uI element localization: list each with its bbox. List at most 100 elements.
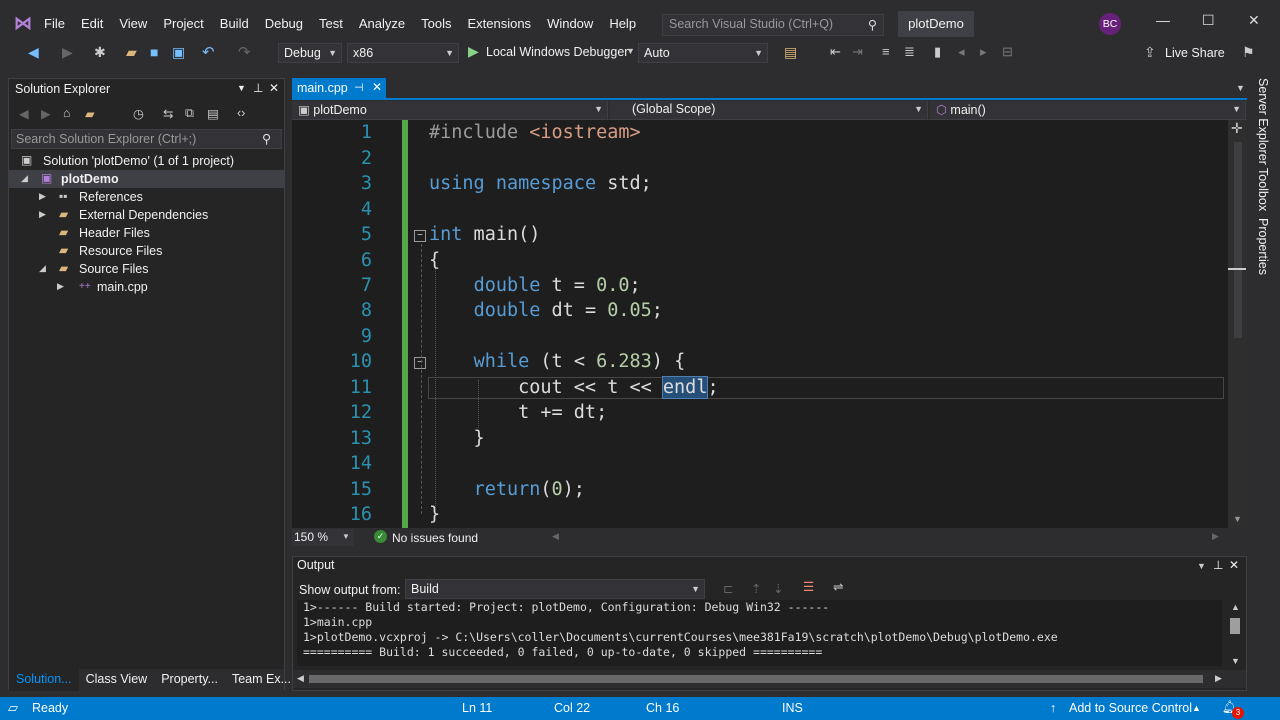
menu-help[interactable]: Help bbox=[601, 13, 644, 34]
next-bookmark-icon[interactable]: ▸ bbox=[980, 44, 987, 60]
scroll-down-icon[interactable]: ▼ bbox=[1233, 514, 1242, 524]
output-text[interactable]: 1>------ Build started: Project: plotDem… bbox=[297, 600, 1222, 666]
tree-item-external-dependencies[interactable]: ▶ ▰ External Dependencies bbox=[9, 206, 284, 224]
scope-dropdown[interactable]: (Global Scope) ▼ bbox=[610, 101, 928, 119]
scroll-thumb[interactable] bbox=[1230, 618, 1240, 634]
tab-solution-explorer[interactable]: Solution... bbox=[9, 669, 79, 691]
open-folder-icon[interactable]: ▰ bbox=[126, 44, 137, 61]
save-all-icon[interactable]: ▣ bbox=[172, 44, 185, 61]
menu-edit[interactable]: Edit bbox=[73, 13, 111, 34]
collapse-icon[interactable]: − bbox=[414, 230, 426, 242]
tab-properties[interactable]: Properties bbox=[1256, 218, 1270, 275]
save-icon[interactable]: ■ bbox=[150, 44, 158, 60]
add-to-source-control-button[interactable]: Add to Source Control bbox=[1069, 701, 1192, 715]
uncomment-icon[interactable]: ≣ bbox=[904, 44, 915, 60]
expanded-icon[interactable]: ◢ bbox=[21, 173, 28, 184]
scroll-up-icon[interactable]: ▲ bbox=[1231, 602, 1240, 612]
redo-icon[interactable]: ↷ bbox=[238, 43, 251, 61]
bookmark-icon[interactable]: ▮ bbox=[934, 44, 941, 60]
output-horizontal-scrollbar[interactable]: ◀ ▶ bbox=[293, 670, 1246, 688]
tree-item-resource-files[interactable]: ▰ Resource Files bbox=[9, 242, 284, 260]
switch-views-icon[interactable]: ▰ bbox=[85, 106, 95, 121]
menu-tools[interactable]: Tools bbox=[413, 13, 459, 34]
step-over-icon[interactable]: ⇥ bbox=[852, 44, 863, 60]
collapse-all-icon[interactable]: ⧉ bbox=[185, 106, 194, 121]
start-debug-icon[interactable]: ▶ bbox=[468, 43, 479, 60]
expanded-icon[interactable]: ◢ bbox=[39, 263, 46, 274]
tab-team-explorer[interactable]: Team Ex... bbox=[225, 669, 298, 691]
search-input[interactable]: Search Visual Studio (Ctrl+Q) ⚲ bbox=[662, 14, 884, 36]
chevron-down-icon[interactable]: ▼ bbox=[237, 83, 246, 93]
menu-build[interactable]: Build bbox=[212, 13, 257, 34]
output-source-select[interactable]: Build ▼ bbox=[405, 579, 705, 599]
collapsed-icon[interactable]: ▶ bbox=[39, 191, 46, 202]
tree-item-header-files[interactable]: ▰ Header Files bbox=[9, 224, 284, 242]
menu-test[interactable]: Test bbox=[311, 13, 351, 34]
scroll-down-icon[interactable]: ▼ bbox=[1231, 656, 1240, 666]
chevron-down-icon[interactable]: ▼ bbox=[626, 46, 635, 56]
code-editor[interactable]: 1 2 3 4 5 6 7 8 9 10 11 12 13 14 15 16 −… bbox=[292, 120, 1228, 528]
scroll-right-icon[interactable]: ▶ bbox=[1212, 531, 1219, 542]
output-vertical-scrollbar[interactable]: ▲ ▼ bbox=[1228, 602, 1242, 666]
forward-icon[interactable]: ▶ bbox=[62, 44, 73, 61]
tab-class-view[interactable]: Class View bbox=[79, 669, 155, 691]
debugger-button[interactable]: Local Windows Debugger bbox=[486, 45, 628, 59]
show-all-files-icon[interactable]: ▤ bbox=[207, 106, 219, 121]
undo-icon[interactable]: ↶ bbox=[202, 43, 215, 61]
chevron-down-icon[interactable]: ▼ bbox=[1197, 561, 1206, 571]
tab-property-manager[interactable]: Property... bbox=[154, 669, 225, 691]
issues-status[interactable]: No issues found bbox=[392, 531, 478, 545]
configuration-select[interactable]: Debug ▼ bbox=[278, 43, 342, 63]
chevron-down-icon[interactable]: ▼ bbox=[1236, 83, 1245, 93]
project-dropdown[interactable]: ▣ plotDemo ▼ bbox=[292, 101, 608, 119]
pin-icon[interactable]: ⊥ bbox=[253, 81, 263, 95]
tab-main-cpp[interactable]: main.cpp ⊣ ✕ bbox=[292, 78, 386, 98]
tree-item-references[interactable]: ▶ ▪▪ References bbox=[9, 188, 284, 206]
menu-debug[interactable]: Debug bbox=[257, 13, 311, 34]
tree-item-main-cpp[interactable]: ▶ ++ main.cpp bbox=[9, 278, 284, 296]
code-view-icon[interactable]: ‹› bbox=[237, 106, 245, 120]
clear-bookmark-icon[interactable]: ⊟ bbox=[1002, 44, 1013, 60]
collapsed-icon[interactable]: ▶ bbox=[39, 209, 46, 220]
output-window-icon[interactable]: ▱ bbox=[8, 700, 18, 716]
menu-project[interactable]: Project bbox=[155, 13, 211, 34]
close-icon[interactable]: ✕ bbox=[269, 81, 279, 95]
zoom-select[interactable]: 150 % ▼ bbox=[292, 529, 354, 546]
menu-extensions[interactable]: Extensions bbox=[459, 13, 539, 34]
tab-server-explorer[interactable]: Server Explorer bbox=[1256, 78, 1270, 165]
maximize-icon[interactable]: ☐ bbox=[1202, 12, 1215, 29]
scroll-right-icon[interactable]: ▶ bbox=[1215, 673, 1222, 684]
pin-icon[interactable]: ⊥ bbox=[1213, 558, 1223, 572]
home-icon[interactable]: ⌂ bbox=[63, 106, 71, 120]
back-icon[interactable]: ◀ bbox=[28, 44, 39, 61]
scroll-left-icon[interactable]: ◀ bbox=[552, 531, 559, 542]
scroll-left-icon[interactable]: ◀ bbox=[297, 673, 304, 684]
word-wrap-icon[interactable]: ⇌ bbox=[833, 579, 843, 594]
solution-search-input[interactable]: Search Solution Explorer (Ctrl+;) ⚲ bbox=[11, 129, 282, 149]
clear-all-icon[interactable]: ☰ bbox=[803, 579, 814, 594]
forward-icon[interactable]: ▶ bbox=[41, 106, 51, 121]
step-icon[interactable]: ⇤ bbox=[830, 44, 841, 60]
platform-select[interactable]: x86 ▼ bbox=[347, 43, 459, 63]
scroll-thumb[interactable] bbox=[1234, 142, 1242, 338]
tree-item-source-files[interactable]: ◢ ▰ Source Files bbox=[9, 260, 284, 278]
tree-item-project[interactable]: ◢ ▣ plotDemo bbox=[9, 170, 284, 188]
scroll-thumb[interactable] bbox=[309, 675, 1203, 683]
history-icon[interactable]: ◷ bbox=[133, 106, 144, 121]
solution-config-select[interactable]: Auto ▼ bbox=[638, 43, 768, 63]
prev-bookmark-icon[interactable]: ◂ bbox=[958, 44, 965, 60]
new-project-icon[interactable]: ✱ bbox=[94, 44, 106, 61]
prev-message-icon[interactable]: ⇡ bbox=[751, 581, 761, 596]
sync-icon[interactable]: ⇆ bbox=[163, 106, 173, 121]
editor-vertical-scrollbar[interactable]: ✛ ▼ bbox=[1228, 120, 1247, 528]
tab-toolbox[interactable]: Toolbox bbox=[1256, 168, 1270, 211]
comment-icon[interactable]: ≡ bbox=[882, 44, 890, 59]
menu-view[interactable]: View bbox=[111, 13, 155, 34]
back-icon[interactable]: ◀ bbox=[19, 106, 29, 121]
menu-file[interactable]: File bbox=[36, 13, 73, 34]
menu-analyze[interactable]: Analyze bbox=[351, 13, 413, 34]
menu-window[interactable]: Window bbox=[539, 13, 601, 34]
split-icon[interactable]: ✛ bbox=[1231, 120, 1243, 137]
close-icon[interactable]: ✕ bbox=[372, 80, 382, 94]
avatar[interactable]: BC bbox=[1099, 13, 1121, 35]
